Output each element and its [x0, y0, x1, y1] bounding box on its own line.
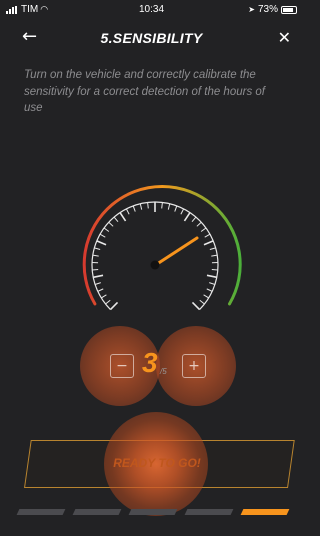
gauge-tick: [196, 221, 202, 227]
gauge-tick: [191, 216, 197, 222]
gauge-tick: [94, 282, 101, 285]
step-5-indicator: [240, 509, 290, 515]
sensitivity-value: 3: [142, 347, 158, 378]
gauge-tick: [125, 208, 130, 215]
gauge-tick: [199, 299, 205, 305]
sensitivity-max: /5: [160, 367, 167, 376]
step-1-indicator: [16, 509, 66, 515]
gauge-ring: [91, 201, 219, 310]
ready-button[interactable]: READY TO GO!: [24, 412, 295, 516]
ready-button-label: READY TO GO!: [113, 456, 201, 470]
gauge-tick: [94, 247, 101, 251]
gauge-tick: [174, 205, 178, 212]
gauge-tick: [200, 227, 207, 232]
gauge-tick: [101, 294, 107, 299]
gauge-hub: [150, 260, 160, 270]
decrease-button[interactable]: −: [110, 354, 134, 378]
battery-icon: [281, 5, 297, 14]
gauge-tick: [204, 233, 211, 238]
gauge-tick: [139, 203, 143, 210]
gauge-tick: [132, 205, 136, 212]
gauge-tick: [203, 294, 209, 299]
nav-bar: ← 5.SENSIBILITY ✕: [0, 22, 303, 54]
step-progress: [0, 509, 303, 517]
page-title: 5.SENSIBILITY: [100, 30, 203, 46]
gauge-tick: [113, 216, 119, 222]
status-right: ➤ 73%: [248, 4, 297, 15]
gauge-tick: [183, 212, 191, 222]
gauge-tick: [119, 212, 127, 222]
instructions-text: Turn on the vehicle and correctly calibr…: [24, 69, 265, 114]
step-2-indicator: [72, 509, 122, 515]
gauge-tick: [167, 203, 171, 210]
gauge-tick: [99, 233, 106, 238]
gauge-tick: [96, 240, 107, 246]
close-icon[interactable]: ✕: [278, 28, 291, 47]
gauge-tick: [206, 274, 217, 279]
gauge-tick: [147, 202, 149, 209]
status-bar: TIM ◠ 10:34 ➤ 73%: [0, 0, 303, 20]
gauge-tick: [93, 274, 104, 279]
battery-percent: 73%: [257, 4, 278, 15]
gauge-tick: [92, 254, 99, 257]
sensitivity-gauge: [82, 185, 242, 311]
gauge-tick: [211, 254, 218, 257]
location-icon: ➤: [248, 5, 255, 14]
gauge-tick: [209, 282, 216, 285]
gauge-tick: [103, 227, 110, 232]
gauge-needle: [152, 236, 199, 268]
step-4-indicator: [184, 509, 234, 515]
gauge-tick: [180, 208, 185, 215]
gauge-tick: [206, 288, 213, 292]
gauge-tick: [161, 202, 163, 209]
gauge-tick: [105, 299, 111, 305]
gauge-tick: [191, 301, 201, 311]
gauge-tick: [97, 288, 104, 292]
gauge-tick: [209, 247, 216, 251]
gauge-tick: [109, 301, 119, 311]
gauge-tick: [203, 240, 214, 246]
gauge-tick: [108, 221, 114, 227]
increase-button[interactable]: +: [182, 354, 206, 378]
step-3-indicator: [128, 509, 178, 515]
gauge-ticks: [91, 201, 219, 311]
